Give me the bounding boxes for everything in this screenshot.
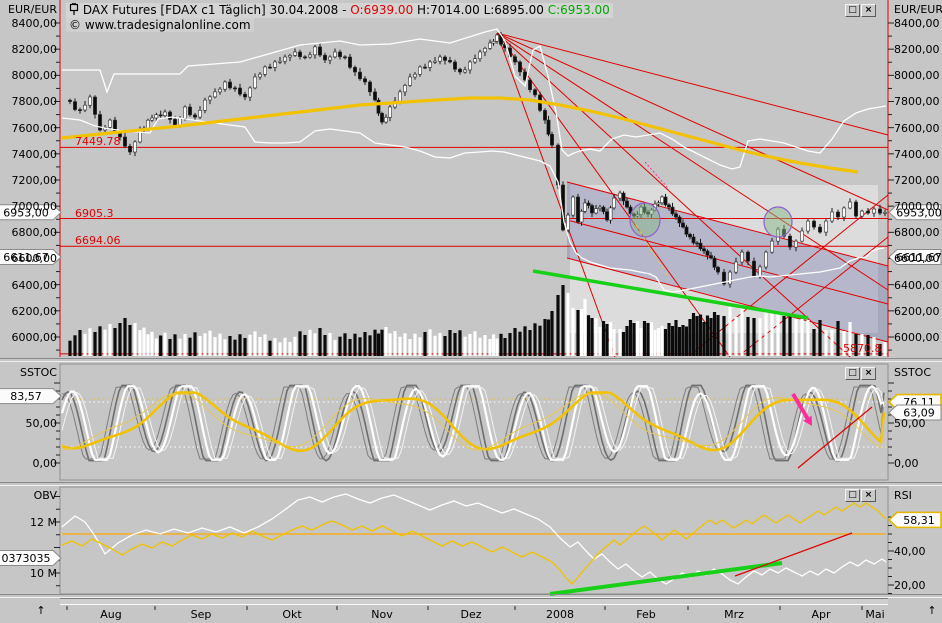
price-axis-label-right: 7000,00 xyxy=(894,200,940,214)
price-axis-label-left: 6800,00 xyxy=(11,226,58,240)
left-axis-currency-label: EUR/EUR xyxy=(8,3,57,16)
price-axis-label-right: 7400,00 xyxy=(894,147,940,161)
rsi-header: RSI xyxy=(894,489,912,502)
trendline-fan-ray xyxy=(496,32,889,136)
title-instrument: DAX Futures [FDAX c1 Täglich] xyxy=(82,3,266,17)
moving-average-yellow xyxy=(61,96,859,174)
price-axis-label-left: 6400,00 xyxy=(11,278,58,292)
time-axis-label: 2008 xyxy=(546,608,574,621)
sstoc-axis-label-left: 0,00 xyxy=(32,457,58,470)
price-axis-label-left: 8400,00 xyxy=(11,17,58,30)
price-axis-label-right: 8200,00 xyxy=(894,43,940,57)
rsi-red-trendline xyxy=(734,532,853,577)
price-axis-label-left: 8000,00 xyxy=(11,69,58,83)
price-marker-tag-text: 0373035 xyxy=(2,552,51,565)
sstoc-left-header: SSTOC xyxy=(19,366,57,379)
stoch-yellow2 xyxy=(61,393,885,451)
maximize-button[interactable]: □ xyxy=(845,4,860,17)
scroll-up-arrow-left[interactable]: ↑ xyxy=(34,604,48,618)
maximize-button[interactable]: □ xyxy=(845,489,860,502)
magenta-dotted-line xyxy=(644,161,669,189)
price-axis-label-left: 8200,00 xyxy=(11,43,58,57)
price-axis-label-left: 7400,00 xyxy=(11,147,58,161)
time-axis-label: Mrz xyxy=(724,608,744,621)
stoch-yellow xyxy=(61,391,886,453)
sstoc-axis-label-right: 0,00 xyxy=(894,457,919,470)
time-axis-label: Mai xyxy=(865,608,885,621)
price-axis-label-left: 7200,00 xyxy=(11,173,58,187)
right-axis-currency-label: EUR/EUR xyxy=(894,3,942,16)
price-level-label: 7449.78 xyxy=(75,135,121,149)
panel-separator[interactable] xyxy=(0,358,942,362)
price-axis-label-right: 6000,00 xyxy=(894,330,940,344)
price-axis-label-right: 7600,00 xyxy=(894,121,940,135)
time-axis-label: Apr xyxy=(811,608,831,621)
rsi-axis-label: 40,00 xyxy=(894,545,926,558)
chart-title: DAX Futures [FDAX c1 Täglich] 30.04.2008… xyxy=(66,3,613,18)
chart-pin-icon xyxy=(69,3,79,15)
price-level-label: 6694.06 xyxy=(75,234,121,248)
maximize-button[interactable]: □ xyxy=(845,367,860,380)
title-date: 30.04.2008 xyxy=(269,3,339,17)
price-level-label: 6905.3 xyxy=(75,206,114,220)
tradesignal-chart-window: { "window": { "title": { "instrument": "… xyxy=(0,0,942,623)
price-axis-label-left: 7000,00 xyxy=(11,200,58,214)
panel-separator[interactable] xyxy=(0,482,942,486)
pattern-circle-annotation xyxy=(629,202,661,238)
close-button[interactable]: × xyxy=(861,367,876,380)
rsi-line xyxy=(61,502,887,585)
price-level-label: 5870.8 xyxy=(843,341,882,355)
obv-axis-label: 10 M xyxy=(30,567,57,580)
rsi-axis-label: 20,00 xyxy=(894,579,926,592)
obv-panel-buttons: □ × xyxy=(845,489,876,502)
price-axis-label-left: 6600,00 xyxy=(11,252,58,266)
obv-line xyxy=(61,493,887,585)
time-axis-label: Nov xyxy=(371,608,393,621)
price-axis-label-right: 6600,00 xyxy=(894,252,940,266)
price-axis-label-right: 8400,00 xyxy=(894,17,940,30)
obv-header: OBV xyxy=(33,489,57,502)
price-marker-tag-text: 58,31 xyxy=(903,514,935,527)
time-axis-label: Aug xyxy=(100,608,122,621)
time-axis-label: Sep xyxy=(190,608,212,621)
close-button[interactable]: × xyxy=(861,489,876,502)
time-axis-label: Feb xyxy=(636,608,656,621)
price-axis-label-left: 7800,00 xyxy=(11,95,58,109)
sstoc-axis-label-right: 50,00 xyxy=(894,417,926,430)
horizontal-scrollbar[interactable] xyxy=(60,598,888,605)
title-high: H:7014.00 xyxy=(417,3,480,17)
time-axis-label: Dez xyxy=(460,608,482,621)
price-axis-label-right: 7800,00 xyxy=(894,95,940,109)
sstoc-right-header: SSTOC xyxy=(894,366,932,379)
price-axis-label-right: 6400,00 xyxy=(894,278,940,292)
sstoc-plot-frame[interactable] xyxy=(59,363,889,481)
price-axis-label-right: 8000,00 xyxy=(894,69,940,83)
close-button[interactable]: × xyxy=(861,4,876,17)
time-axis-label: Okt xyxy=(282,608,302,621)
sstoc-axis-label-left: 50,00 xyxy=(25,417,58,430)
copyright-text: © www.tradesignalonline.com xyxy=(66,18,254,32)
main-panel-buttons: □ × xyxy=(845,4,876,17)
chart-canvas[interactable]: 6953,00 6953,006611,67 6611,6783,57 76,1163… xyxy=(0,0,942,623)
trendline-fan-ray xyxy=(496,32,889,211)
obv-green-trendline xyxy=(549,561,783,596)
scroll-up-arrow-right[interactable]: ↑ xyxy=(925,604,939,618)
obv-axis-label: 12 M xyxy=(30,516,57,529)
price-axis-label-right: 6800,00 xyxy=(894,226,940,240)
pattern-circle-annotation xyxy=(763,206,793,238)
title-open: O:6939.00 xyxy=(350,3,414,17)
sstoc-panel-buttons: □ × xyxy=(845,367,876,380)
price-axis-label-right: 7200,00 xyxy=(894,173,940,187)
price-axis-label-left: 7600,00 xyxy=(11,121,58,135)
price-marker-tag-text: 83,57 xyxy=(10,390,42,403)
obv-plot-frame[interactable] xyxy=(59,486,889,595)
price-axis-label-left: 6200,00 xyxy=(11,304,58,318)
title-dash: - xyxy=(342,3,347,17)
price-axis-label-left: 6000,00 xyxy=(11,330,58,344)
price-axis-label-right: 6200,00 xyxy=(894,304,940,318)
title-low: L:6895.00 xyxy=(483,3,544,17)
title-close: C:6953.00 xyxy=(547,3,610,17)
